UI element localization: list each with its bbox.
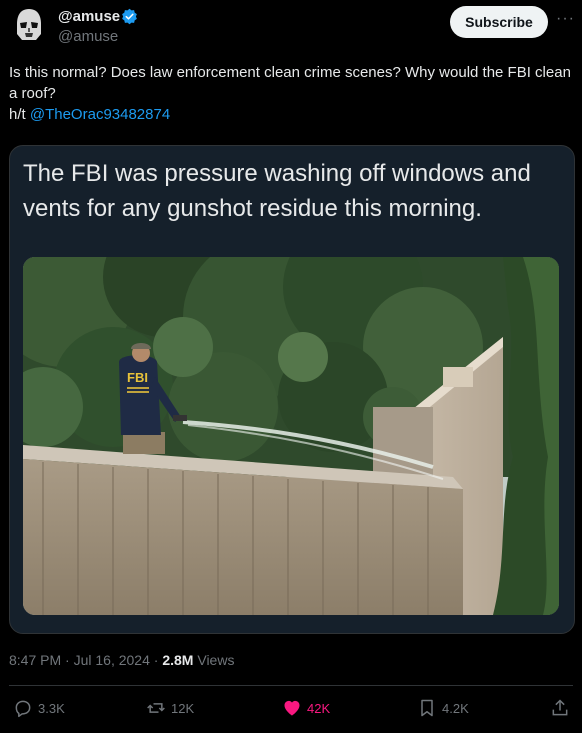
- tweet-body: Is this normal? Does law enforcement cle…: [9, 64, 571, 102]
- like-button[interactable]: 42K: [282, 698, 330, 718]
- subscribe-button[interactable]: Subscribe: [450, 6, 548, 38]
- share-button[interactable]: [550, 698, 570, 718]
- post-date[interactable]: Jul 16, 2024: [74, 652, 150, 668]
- verified-badge-icon: [122, 8, 137, 25]
- stormtrooper-avatar-icon: [9, 4, 49, 44]
- post-photo[interactable]: FBI: [23, 257, 559, 615]
- fbi-rooftop-photo: FBI: [23, 257, 559, 615]
- author-name[interactable]: @amuse: [58, 8, 120, 25]
- heart-icon: [284, 700, 300, 716]
- post-time[interactable]: 8:47 PM: [9, 652, 61, 668]
- author-handle[interactable]: @amuse: [58, 28, 118, 45]
- action-bar: 3.3K 12K 42K 4.2K: [0, 688, 582, 732]
- quote-text: The FBI was pressure washing off windows…: [23, 160, 531, 222]
- views-label: Views: [193, 652, 235, 668]
- repost-icon: [147, 703, 165, 713]
- hat-tip: h/t @TheOrac93482874: [9, 104, 574, 125]
- fbi-vest-label: FBI: [127, 370, 148, 385]
- repost-button[interactable]: 12K: [146, 698, 194, 718]
- mention-link[interactable]: @TheOrac93482874: [30, 106, 170, 123]
- hat-tip-prefix: h/t: [9, 106, 30, 123]
- meta-separator: ·: [149, 652, 163, 668]
- meta-separator: ·: [61, 652, 74, 668]
- more-options-icon[interactable]: ···: [556, 10, 575, 28]
- reply-count: 3.3K: [38, 700, 65, 716]
- views-count: 2.8M: [162, 652, 194, 668]
- quoted-post-card[interactable]: The FBI was pressure washing off windows…: [9, 145, 575, 634]
- like-count: 42K: [307, 700, 331, 716]
- reply-icon: [15, 700, 31, 718]
- avatar[interactable]: [9, 4, 49, 44]
- reply-button[interactable]: 3.3K: [13, 698, 65, 718]
- bookmark-button[interactable]: 4.2K: [417, 698, 469, 718]
- bookmark-count: 4.2K: [442, 700, 469, 716]
- post-metadata: 8:47 PM · Jul 16, 2024 · 2.8M Views: [9, 652, 234, 668]
- divider: [9, 685, 573, 686]
- repost-count: 12K: [171, 700, 195, 716]
- tweet-text: Is this normal? Does law enforcement cle…: [9, 62, 574, 125]
- bookmark-icon: [421, 699, 433, 717]
- tweet-header: @amuse @amuse Subscribe ···: [0, 0, 582, 60]
- share-icon: [552, 699, 568, 716]
